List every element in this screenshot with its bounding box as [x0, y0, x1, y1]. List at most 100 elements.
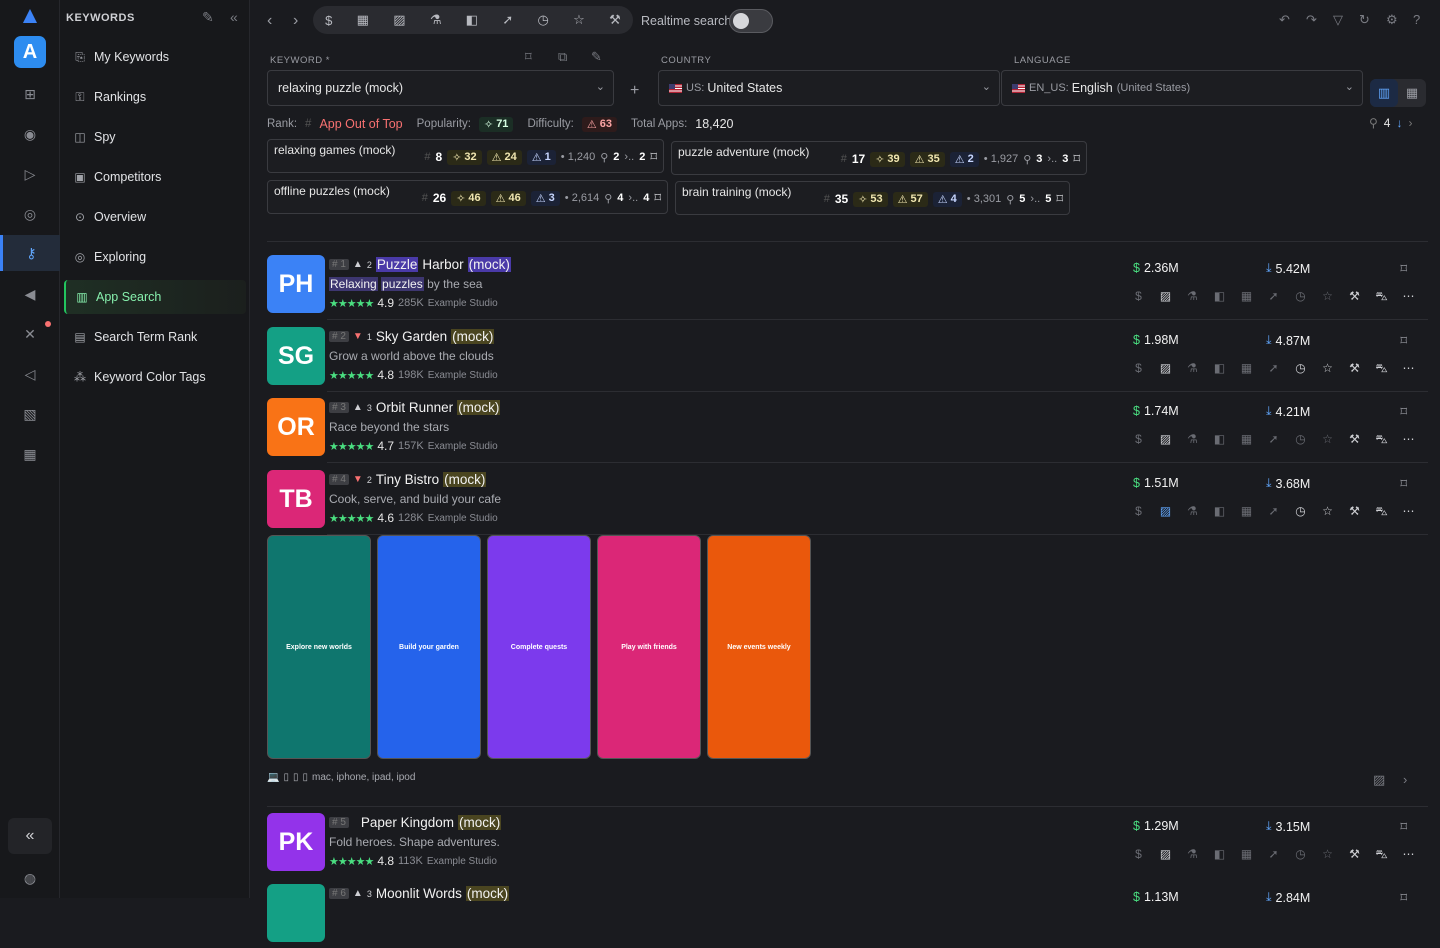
ads-icon[interactable]: ◁ [18, 362, 42, 386]
star-icon[interactable]: ☆ [1319, 847, 1336, 863]
car-icon[interactable]: ⛍ [1373, 504, 1390, 520]
keywords-nav-icon[interactable]: ⚷ [0, 235, 60, 271]
app-row[interactable]: # 6 ▲ 3 Moonlit Words (mock) $1.13M ⤓ 2.8… [267, 884, 1421, 948]
calendar-icon[interactable]: ▦ [1238, 432, 1255, 448]
image-icon[interactable]: ▨ [1157, 361, 1174, 377]
keyword-select[interactable]: relaxing puzzle (mock) ⌄ [267, 70, 614, 106]
sort-down-icon[interactable]: ↓ [1396, 116, 1402, 130]
help-icon[interactable]: ? [1413, 12, 1420, 27]
app-avatar[interactable]: SG [267, 327, 325, 385]
brand-logo-icon[interactable]: ▲ [17, 4, 43, 28]
related-keyword-card[interactable]: relaxing games (mock) # 8 ✧ 32 ⚠ 24 ⚠ 1 • 1… [267, 139, 664, 173]
screens-next-icon[interactable]: › [1403, 772, 1407, 787]
app-bookmark-icon[interactable]: ⌑ [1400, 333, 1407, 349]
star-icon[interactable]: ☆ [1319, 432, 1336, 448]
bookmark-icon[interactable]: ⌑ [1056, 191, 1063, 207]
app-screenshot[interactable]: Explore new worlds [267, 535, 371, 759]
app-developer[interactable]: Example Studio [427, 856, 497, 867]
related-keyword-card[interactable]: offline puzzles (mock) # 26 ✧ 46 ⚠ 46 ⚠ 3 •… [267, 180, 668, 214]
image-icon[interactable]: ▨ [1157, 289, 1174, 305]
related-keyword-card[interactable]: puzzle adventure (mock) # 17 ✧ 39 ⚠ 35 ⚠ 2 … [671, 141, 1087, 175]
star-icon[interactable]: ☆ [1319, 361, 1336, 377]
image-icon[interactable]: ▨ [1157, 432, 1174, 448]
undo-icon[interactable]: ↶ [1279, 12, 1290, 28]
collapse-sidebar-icon[interactable]: « [230, 9, 238, 25]
wrench-icon[interactable]: ⚒ [1346, 289, 1363, 305]
clock-icon[interactable]: ◷ [1292, 504, 1309, 520]
app-row[interactable]: PK # 5 Paper Kingdom (mock) Fold heroes.… [267, 813, 1421, 877]
wrench-icon[interactable]: ⚒ [1346, 361, 1363, 377]
sidebar-item-keyword-color-tags[interactable]: ⁂ Keyword Color Tags [64, 360, 246, 394]
wrench-icon[interactable]: ⚒ [1346, 847, 1363, 863]
rocket-icon[interactable]: ➚ [1265, 289, 1282, 305]
car-icon[interactable]: ⛍ [1373, 847, 1390, 863]
calendar-icon[interactable]: ▦ [357, 12, 369, 28]
wrench-icon[interactable]: ⚒ [609, 12, 621, 28]
rocket-icon[interactable]: ➚ [1265, 361, 1282, 377]
app-developer[interactable]: Example Studio [428, 298, 498, 309]
rocket-icon[interactable]: ➚ [1265, 432, 1282, 448]
image-icon[interactable]: ▨ [1157, 504, 1174, 520]
more-icon[interactable]: ⋯ [1400, 289, 1417, 305]
country-select[interactable]: US: United States ⌄ [658, 70, 1000, 106]
sidebar-item-my-keywords[interactable]: ⎘ My Keywords [64, 40, 246, 74]
app-screenshot[interactable]: Play with friends [597, 535, 701, 759]
play-icon[interactable]: ▷ [18, 162, 42, 186]
car-icon[interactable]: ⛍ [1373, 361, 1390, 377]
back-icon[interactable]: ‹ [267, 8, 272, 34]
app-avatar[interactable]: PH [267, 255, 325, 313]
app-name[interactable]: Sky Garden [376, 329, 447, 344]
keyword-bookmark-icon[interactable]: ⌑ [525, 49, 532, 65]
calendar-icon[interactable]: ▦ [1238, 504, 1255, 520]
calendar-icon[interactable]: ▦ [1238, 289, 1255, 305]
app-name[interactable]: Orbit Runner [376, 400, 453, 415]
star-icon[interactable]: ☆ [1319, 289, 1336, 305]
app-name[interactable]: Paper Kingdom [361, 815, 454, 830]
image-icon[interactable]: ▨ [393, 12, 405, 28]
clock-icon[interactable]: ◷ [1292, 361, 1309, 377]
apple-icon[interactable]: ◉ [18, 122, 42, 146]
dollar-icon[interactable]: $ [1130, 289, 1147, 305]
rocket-icon[interactable]: ➚ [502, 12, 513, 28]
forward-icon[interactable]: › [293, 8, 298, 34]
megaphone-icon[interactable]: ◀ [18, 282, 42, 306]
collapse-rail-icon[interactable]: « [8, 818, 52, 854]
gallery-icon[interactable]: ◧ [1211, 361, 1228, 377]
app-avatar[interactable]: OR [267, 398, 325, 456]
image-icon[interactable]: ▨ [1157, 847, 1174, 863]
more-icon[interactable]: ⋯ [1400, 504, 1417, 520]
app-name[interactable]: Moonlit Words [376, 886, 462, 901]
rocket-icon[interactable]: ➚ [1265, 847, 1282, 863]
gallery-toggle-icon[interactable]: ▨ [1373, 772, 1385, 788]
star-icon[interactable]: ☆ [1319, 504, 1336, 520]
dollar-icon[interactable]: $ [1130, 847, 1147, 863]
dollar-icon[interactable]: $ [1130, 361, 1147, 377]
gallery-icon[interactable]: ◧ [466, 12, 478, 28]
reports-icon[interactable]: ▧ [18, 402, 42, 426]
bookmark-icon[interactable]: ⌑ [650, 149, 657, 165]
app-avatar[interactable]: PK [267, 813, 325, 871]
app-name[interactable]: Harbor [422, 257, 463, 272]
car-icon[interactable]: ⛍ [1373, 432, 1390, 448]
calendar-view-icon[interactable]: ▦ [1398, 79, 1426, 107]
gallery-icon[interactable]: ◧ [1211, 504, 1228, 520]
dollar-icon[interactable]: $ [1130, 432, 1147, 448]
dollar-icon[interactable]: $ [1130, 504, 1147, 520]
target-icon[interactable]: ◎ [18, 202, 42, 226]
app-screenshot[interactable]: New events weekly [707, 535, 811, 759]
dashboard-icon[interactable]: ⊞ [18, 82, 42, 106]
app-bookmark-icon[interactable]: ⌑ [1400, 476, 1407, 492]
dollar-icon[interactable]: $ [325, 13, 332, 28]
app-row[interactable]: PH # 1 ▲ 2 Puzzle Harbor (mock) Relaxing… [267, 255, 1421, 319]
clock-icon[interactable]: ◷ [1292, 289, 1309, 305]
app-switcher-icon[interactable]: A [14, 36, 46, 68]
more-icon[interactable]: ⋯ [1400, 847, 1417, 863]
gallery-icon[interactable]: ◧ [1211, 847, 1228, 863]
account-icon[interactable]: ◍ [18, 866, 42, 890]
rocket-icon[interactable]: ➚ [1265, 504, 1282, 520]
wrench-icon[interactable]: ⚒ [1346, 432, 1363, 448]
tools-icon[interactable]: ✕ [18, 322, 42, 346]
sidebar-item-competitors[interactable]: ▣ Competitors [64, 160, 246, 194]
realtime-search-toggle[interactable] [729, 9, 773, 33]
app-developer[interactable]: Example Studio [428, 370, 498, 381]
